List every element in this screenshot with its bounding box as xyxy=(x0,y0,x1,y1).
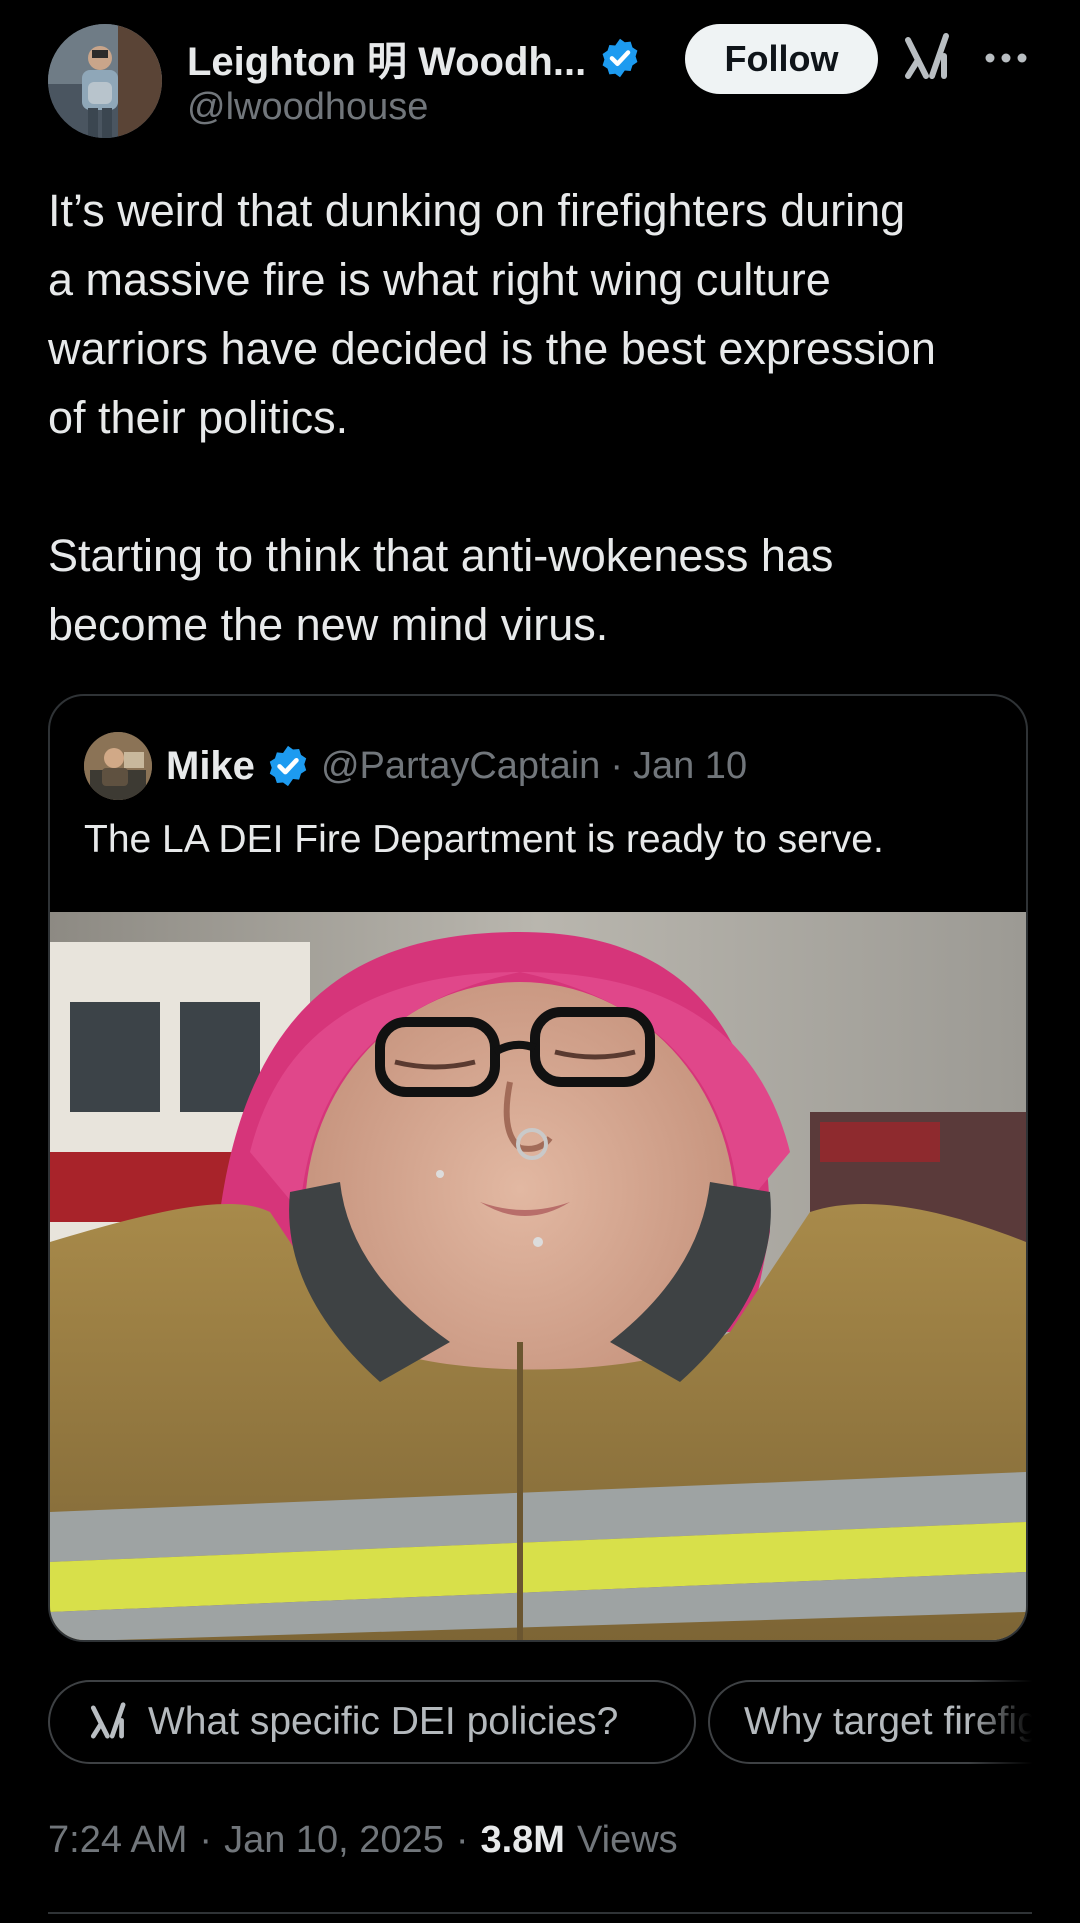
views-label[interactable]: Views xyxy=(577,1819,678,1862)
quoted-tweet[interactable]: Mike @PartayCaptain · Jan 10 The LA DEI … xyxy=(48,694,1028,1642)
quoted-display-name[interactable]: Mike xyxy=(166,744,255,789)
quoted-handle[interactable]: @PartayCaptain xyxy=(321,745,600,788)
grok-prompt-label: What specific DEI policies? xyxy=(148,1700,619,1743)
views-count[interactable]: 3.8M xyxy=(480,1819,564,1862)
quoted-separator: · xyxy=(610,744,623,787)
quoted-author-avatar[interactable] xyxy=(84,732,152,800)
tweet-meta: 7:24 AM · Jan 10, 2025 · 3.8M Views xyxy=(48,1812,678,1868)
author-avatar-image xyxy=(48,24,162,138)
quoted-header: Mike @PartayCaptain · Jan 10 xyxy=(166,738,747,794)
divider xyxy=(48,1912,1032,1914)
grok-icon xyxy=(90,1702,126,1739)
media-photo xyxy=(50,912,1026,1640)
more-icon[interactable] xyxy=(984,46,1028,70)
tweet-text: It’s weird that dunking on firefighters … xyxy=(48,185,936,650)
meta-separator: · xyxy=(199,1818,213,1861)
author-handle[interactable]: @lwoodhouse xyxy=(187,86,428,129)
post-date[interactable]: Jan 10, 2025 xyxy=(224,1819,444,1862)
quoted-verified-badge-icon[interactable] xyxy=(265,743,311,789)
tweet-header: Leighton 明 Woodh... @lwoodhouse Follow xyxy=(48,24,1032,144)
follow-button[interactable]: Follow xyxy=(685,24,878,94)
author-name-row: Leighton 明 Woodh... xyxy=(187,30,642,86)
grok-prompt-row: What specific DEI policies? Why target f… xyxy=(48,1680,1032,1768)
author-display-name[interactable]: Leighton 明 Woodh... xyxy=(187,29,586,87)
quoted-avatar-image xyxy=(84,732,152,800)
quoted-date[interactable]: Jan 10 xyxy=(633,745,747,788)
verified-badge-icon[interactable] xyxy=(598,36,642,80)
quoted-text: The LA DEI Fire Department is ready to s… xyxy=(84,818,884,861)
quoted-media-image[interactable] xyxy=(50,912,1026,1640)
grok-prompt-chip[interactable]: What specific DEI policies? xyxy=(48,1680,696,1764)
chip-fade-overlay xyxy=(968,1680,1032,1768)
author-avatar[interactable] xyxy=(48,24,162,138)
grok-icon[interactable] xyxy=(904,30,952,86)
post-time[interactable]: 7:24 AM xyxy=(48,1819,187,1862)
meta-separator: · xyxy=(455,1818,469,1861)
